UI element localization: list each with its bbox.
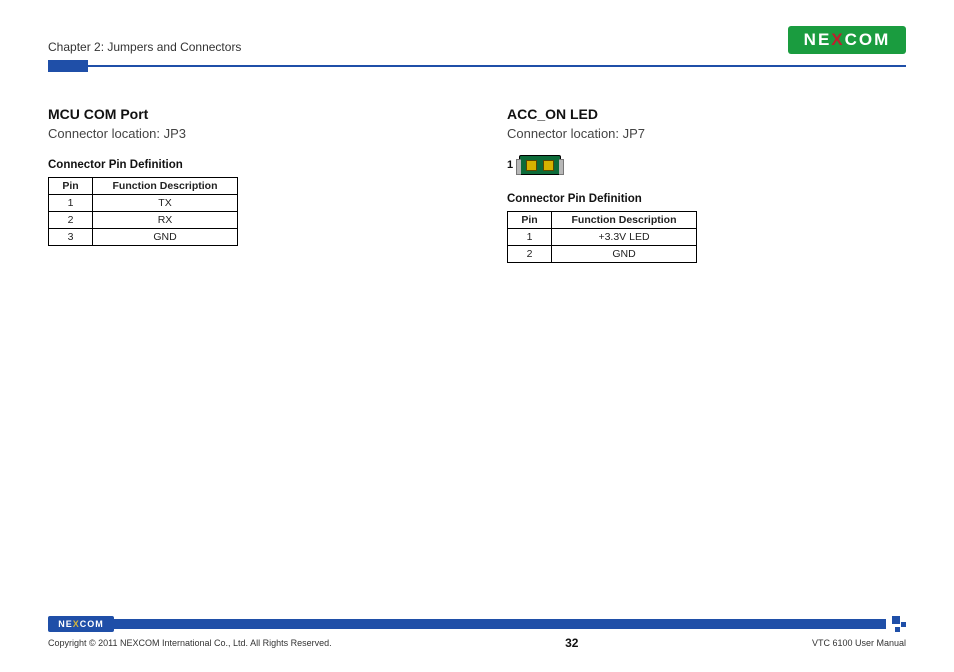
col-pin: Pin — [49, 178, 93, 195]
jp7-connector-icon — [519, 155, 561, 175]
footer-rule — [114, 619, 886, 629]
footer-logo: NEXCOM — [48, 616, 114, 632]
footer-bar: NEXCOM — [48, 616, 906, 632]
footer-logo-pre: NE — [58, 619, 73, 629]
brand-logo: NEXCOM — [788, 26, 906, 54]
right-table-caption: Connector Pin Definition — [507, 193, 906, 205]
col-func: Function Description — [552, 212, 697, 229]
col-pin: Pin — [508, 212, 552, 229]
content-grid: MCU COM Port Connector location: JP3 Con… — [48, 106, 906, 263]
brand-logo-text: NEXCOM — [804, 30, 891, 50]
table-row: 1 TX — [49, 195, 238, 212]
cell-pin: 1 — [49, 195, 93, 212]
jp7-pin1-label: 1 — [507, 159, 513, 171]
table-header-row: Pin Function Description — [508, 212, 697, 229]
table-row: 1 +3.3V LED — [508, 229, 697, 246]
jp7-pad-icon — [526, 160, 537, 171]
cell-pin: 1 — [508, 229, 552, 246]
table-row: 2 RX — [49, 212, 238, 229]
page-footer: NEXCOM Copyright © 2011 NEXCOM Internati… — [48, 616, 906, 650]
footer-page-number: 32 — [565, 636, 578, 650]
footer-logo-post: COM — [80, 619, 104, 629]
footer-meta: Copyright © 2011 NEXCOM International Co… — [48, 636, 906, 650]
footer-logo-x: X — [73, 619, 80, 629]
left-block-subtitle: Connector location: JP3 — [48, 126, 447, 141]
chapter-title: Chapter 2: Jumpers and Connectors — [48, 40, 241, 54]
jp7-pad-icon — [543, 160, 554, 171]
header-rule-line — [88, 65, 906, 67]
right-block-subtitle: Connector location: JP7 — [507, 126, 906, 141]
footer-doc-ref: VTC 6100 User Manual — [812, 638, 906, 648]
cell-pin: 2 — [49, 212, 93, 229]
left-block-title: MCU COM Port — [48, 106, 447, 122]
left-table-caption: Connector Pin Definition — [48, 159, 447, 171]
cell-func: TX — [93, 195, 238, 212]
header-rule-chip — [48, 60, 88, 72]
left-pin-table: Pin Function Description 1 TX 2 RX 3 — [48, 177, 238, 246]
footer-copyright: Copyright © 2011 NEXCOM International Co… — [48, 638, 332, 648]
cell-func: GND — [552, 246, 697, 263]
table-row: 2 GND — [508, 246, 697, 263]
brand-logo-box: NEXCOM — [788, 26, 906, 54]
cell-func: GND — [93, 229, 238, 246]
page-header: Chapter 2: Jumpers and Connectors NEXCOM — [48, 26, 906, 54]
cell-pin: 2 — [508, 246, 552, 263]
header-rule — [48, 60, 906, 72]
logo-pre: NE — [804, 30, 832, 49]
cell-func: RX — [93, 212, 238, 229]
footer-ornament-icon — [888, 616, 906, 632]
table-row: 3 GND — [49, 229, 238, 246]
cell-func: +3.3V LED — [552, 229, 697, 246]
col-func: Function Description — [93, 178, 238, 195]
jp7-diagram: 1 — [507, 155, 906, 175]
right-pin-table: Pin Function Description 1 +3.3V LED 2 G… — [507, 211, 697, 263]
logo-x: X — [831, 30, 844, 49]
right-column: ACC_ON LED Connector location: JP7 1 Con… — [507, 106, 906, 263]
logo-post: COM — [845, 30, 891, 49]
table-header-row: Pin Function Description — [49, 178, 238, 195]
right-block-title: ACC_ON LED — [507, 106, 906, 122]
cell-pin: 3 — [49, 229, 93, 246]
page: Chapter 2: Jumpers and Connectors NEXCOM… — [0, 0, 954, 672]
left-column: MCU COM Port Connector location: JP3 Con… — [48, 106, 447, 263]
